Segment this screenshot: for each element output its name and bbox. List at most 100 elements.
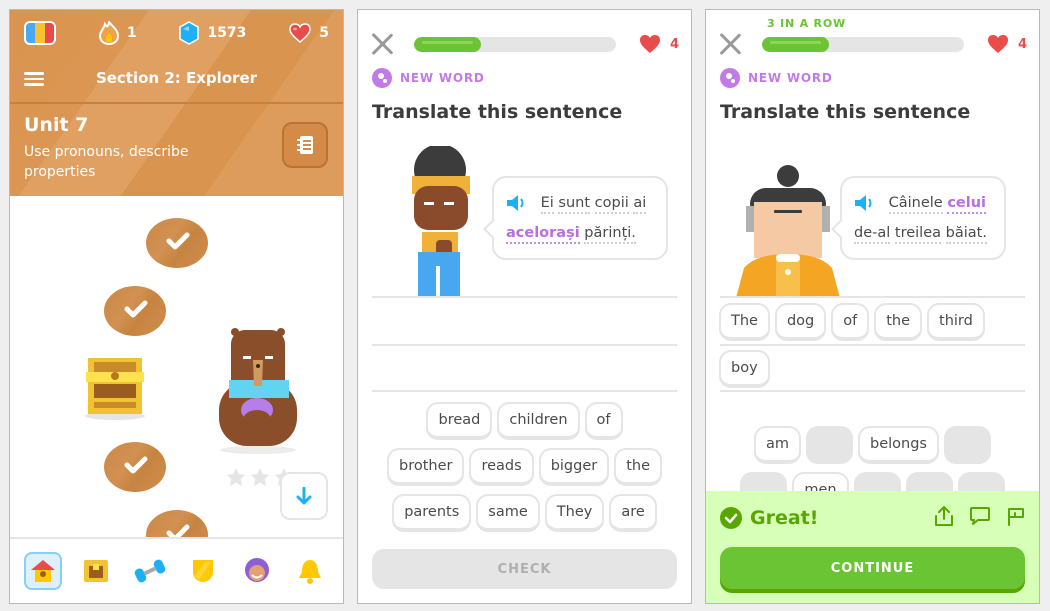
unit-description: Use pronouns, describe properties (24, 144, 189, 180)
word-token[interactable]: băiat. (945, 225, 987, 244)
word-token[interactable]: copii (594, 195, 629, 214)
speaker-icon[interactable] (506, 194, 528, 212)
heart-icon (987, 35, 1008, 53)
word-chip[interactable]: bigger (538, 448, 610, 486)
character-illustration (412, 146, 470, 298)
hearts-counter[interactable]: 5 (289, 23, 329, 43)
checkmark-icon (124, 456, 148, 474)
gems-counter[interactable]: 1573 (179, 21, 246, 45)
star-icon (250, 467, 270, 487)
new-word-icon (372, 68, 392, 88)
tab-practice[interactable] (131, 552, 169, 590)
close-icon[interactable] (370, 32, 394, 56)
word-chip[interactable]: bread (426, 402, 493, 440)
stats-bar: 1 1573 5 (24, 20, 329, 46)
dumbbell-icon (134, 559, 165, 583)
guidebook-button[interactable] (282, 122, 328, 168)
word-bank: bread children of brother reads bigger the pare… (358, 402, 691, 532)
header-divider (10, 102, 343, 104)
comment-icon[interactable] (969, 505, 991, 527)
word-chip[interactable]: boy (719, 350, 770, 388)
word-chip[interactable]: are (609, 494, 657, 532)
tab-home[interactable] (23, 552, 62, 590)
lesson-node-completed[interactable] (104, 442, 166, 498)
word-token[interactable]: treilea (894, 225, 942, 244)
hearts-count: 5 (319, 25, 329, 41)
word-chip[interactable]: of (831, 303, 870, 341)
hearts-counter[interactable]: 4 (638, 34, 679, 54)
section-row: Section 2: Explorer (10, 65, 343, 91)
bell-icon (299, 560, 322, 584)
answer-line (720, 296, 1025, 298)
checkmark-icon (124, 300, 148, 318)
word-chip[interactable]: reads (469, 448, 534, 486)
unit-title: Unit 7 (24, 114, 89, 136)
new-word-badge: NEW WORD (720, 68, 833, 88)
speech-bubble: Ei sunt copii ai acelorași părinți. (492, 176, 668, 260)
word-chip[interactable]: of (584, 402, 623, 440)
feedback-panel: Great! CONTINUE (706, 491, 1039, 603)
new-word-badge: NEW WORD (372, 68, 485, 88)
word-token[interactable]: părinți. (584, 225, 636, 244)
lesson-progress-bar (414, 36, 616, 52)
word-token[interactable]: de-al (854, 225, 891, 244)
speaker-icon[interactable] (854, 194, 876, 212)
tab-chest[interactable] (77, 552, 115, 590)
answer-line (720, 390, 1025, 392)
arrow-down-icon (296, 487, 312, 505)
lesson-node-completed[interactable] (146, 218, 208, 274)
checkmark-icon (166, 232, 190, 250)
chest-icon (84, 560, 109, 582)
lesson-screen-2: 3 IN A ROW 4 NEW WORD Translate this sen… (705, 9, 1040, 604)
word-chip[interactable]: the (874, 303, 923, 341)
close-icon[interactable] (718, 32, 742, 56)
word-chip[interactable]: same (476, 494, 540, 532)
star-icon (226, 467, 246, 487)
new-word-token[interactable]: acelorași (506, 225, 580, 244)
word-chip[interactable]: am (753, 426, 801, 464)
new-word-token[interactable]: celui (947, 195, 987, 214)
continue-button[interactable]: CONTINUE (720, 547, 1025, 589)
word-chip[interactable]: The (719, 303, 770, 341)
check-circle-icon (720, 507, 742, 529)
unit-header: 1 1573 5 Section 2: Explorer Unit 7 Use … (10, 10, 343, 196)
word-chip[interactable]: They (544, 494, 605, 532)
streak-label: 3 IN A ROW (767, 17, 846, 30)
report-flag-icon[interactable] (1005, 505, 1027, 527)
word-token[interactable]: Ei (540, 195, 554, 214)
badge-label: NEW WORD (400, 71, 485, 85)
word-chip[interactable]: the (614, 448, 663, 486)
word-chip[interactable]: brother (386, 448, 465, 486)
word-token[interactable]: Câinele (888, 195, 943, 214)
hearts-count: 4 (1017, 36, 1027, 52)
answer-line (720, 344, 1025, 346)
hearts-counter[interactable]: 4 (986, 34, 1027, 54)
tab-leagues[interactable] (184, 552, 222, 590)
tab-notifications[interactable] (291, 552, 329, 590)
section-title[interactable]: Section 2: Explorer (96, 69, 257, 87)
word-chip[interactable]: third (927, 303, 985, 341)
lesson-path (10, 196, 343, 566)
bear-character (215, 326, 301, 454)
word-token[interactable]: ai (633, 195, 647, 214)
streak-counter[interactable]: 1 (98, 21, 137, 45)
share-icon[interactable] (933, 505, 955, 527)
word-chip[interactable]: children (497, 402, 580, 440)
course-flag-icon[interactable] (24, 21, 56, 45)
feedback-title: Great! (750, 507, 819, 529)
lesson-node-completed[interactable] (104, 286, 166, 342)
badge-label: NEW WORD (748, 71, 833, 85)
check-button[interactable]: CHECK (372, 549, 677, 589)
treasure-chest-node[interactable] (84, 352, 146, 420)
exercise-prompt: Translate this sentence (720, 101, 971, 123)
feedback-actions (933, 505, 1027, 527)
flame-icon (98, 21, 119, 45)
word-token[interactable]: sunt (558, 195, 591, 214)
word-chip[interactable]: belongs (858, 426, 939, 464)
word-chip[interactable]: parents (392, 494, 472, 532)
scroll-down-button[interactable] (280, 472, 328, 520)
tab-profile[interactable] (238, 552, 276, 590)
menu-icon[interactable] (24, 69, 44, 87)
word-chip[interactable]: dog (774, 303, 827, 341)
progress-fill (762, 36, 829, 52)
